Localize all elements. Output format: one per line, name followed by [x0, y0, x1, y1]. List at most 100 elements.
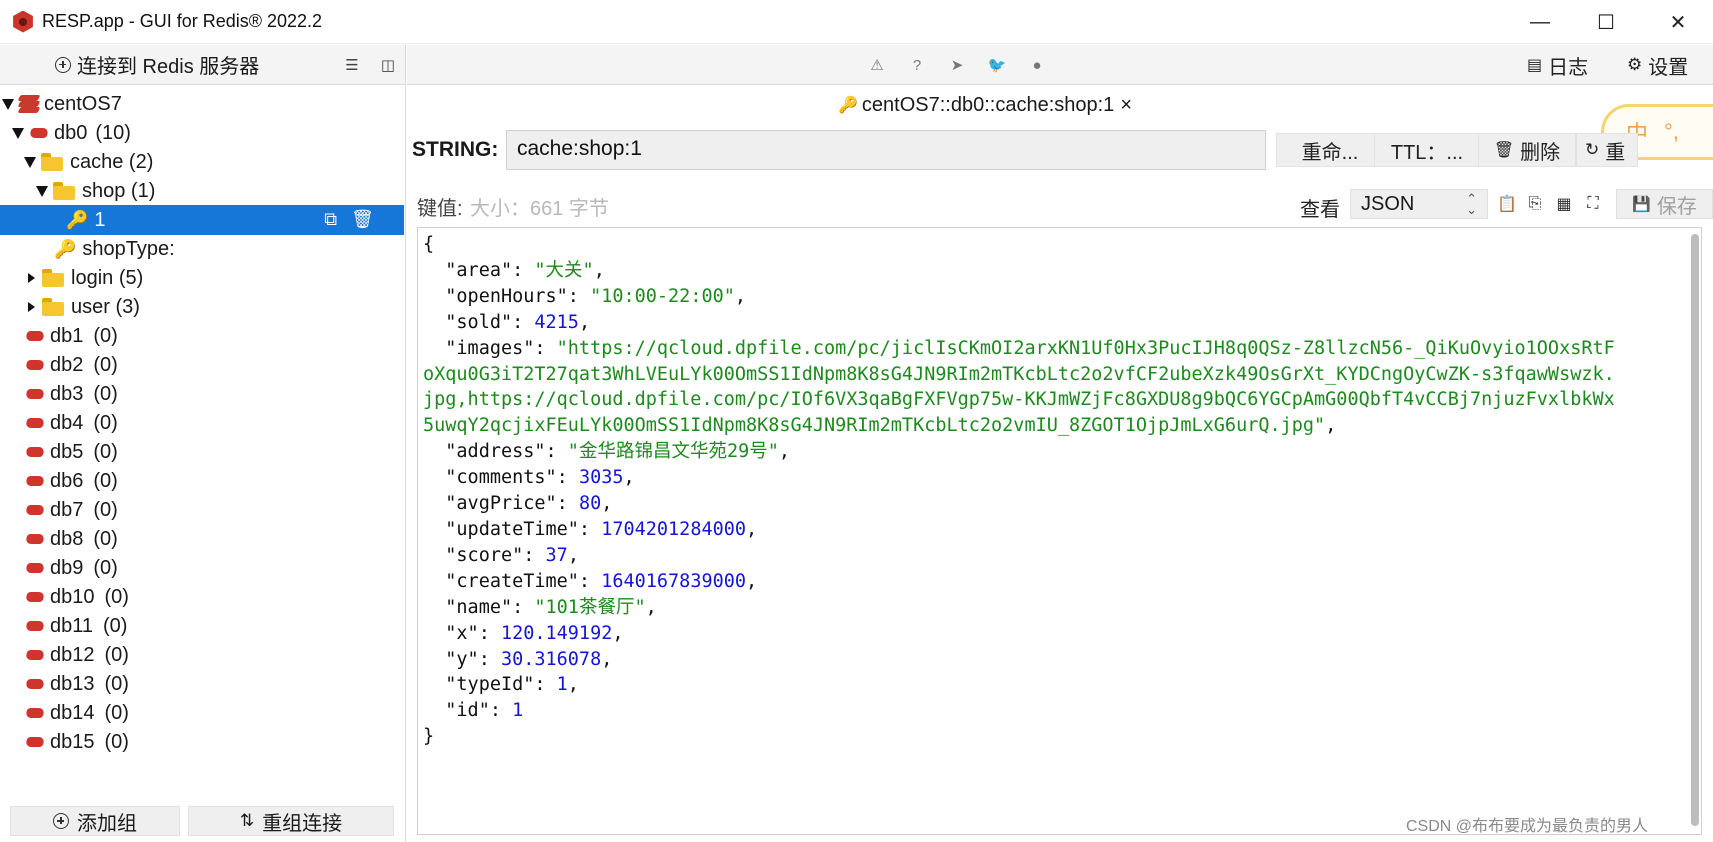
tree-folder-user[interactable]: user (3): [0, 292, 404, 322]
db-name: db14: [50, 701, 95, 724]
ime-punct: °,: [1664, 119, 1679, 144]
folder-icon: [40, 153, 64, 171]
tree-db[interactable]: db14 (0): [0, 698, 404, 728]
db-name: db13: [50, 672, 95, 695]
database-icon: [24, 446, 46, 458]
reload-icon: ↻: [1585, 140, 1600, 159]
collapsed-arrow-icon[interactable]: [28, 302, 35, 312]
select-updown-icon: ⌃ ⌄: [1466, 191, 1477, 217]
tree-db[interactable]: db9 (0): [0, 553, 404, 583]
redis-server-icon: [17, 94, 41, 114]
telegram-icon[interactable]: ➤: [947, 55, 967, 75]
close-tab-icon[interactable]: ×: [1120, 94, 1132, 117]
editor-scrollbar[interactable]: [1691, 234, 1699, 826]
tree-key-selected[interactable]: 🔑 1 ⧉ 🗑: [0, 205, 404, 235]
tree-folder-shop[interactable]: shop (1): [0, 176, 404, 206]
db-name: db9: [50, 556, 84, 579]
tree-db[interactable]: db8 (0): [0, 524, 404, 554]
expand-arrow-icon[interactable]: [36, 185, 48, 197]
db-name: db7: [50, 498, 84, 521]
main-toolbar: ⚠ ? ➤ 🐦 ● ▤ 日志 ⚙ 设置: [407, 45, 1713, 85]
save-button[interactable]: 💾 保存: [1616, 189, 1713, 219]
expand-arrow-icon[interactable]: [2, 98, 14, 110]
collapsed-arrow-icon[interactable]: [28, 273, 35, 283]
db-count: (0): [104, 643, 129, 666]
warning-icon[interactable]: ⚠: [867, 55, 887, 75]
tree-db[interactable]: db15 (0): [0, 727, 404, 757]
folder-icon: [41, 269, 65, 287]
regroup-label: 重组连接: [262, 812, 343, 835]
tree-db[interactable]: db10 (0): [0, 582, 404, 612]
value-editor[interactable]: { "area": "大关", "openHours": "10:00-22:0…: [417, 227, 1702, 835]
panel-layout-icon[interactable]: ◫: [378, 55, 398, 75]
delete-label: 删除: [1520, 141, 1561, 164]
log-icon: ▤: [1527, 57, 1543, 74]
binary-view-icon[interactable]: ▦: [1553, 193, 1575, 215]
tree-folder-cache[interactable]: cache (2): [0, 147, 404, 177]
delete-key-button[interactable]: 🗑 删除: [1478, 133, 1576, 167]
help-icon[interactable]: ?: [907, 55, 927, 75]
db-name: db6: [50, 469, 84, 492]
gear-icon: ⚙: [1627, 55, 1643, 74]
copy-icon[interactable]: ⧉: [324, 209, 337, 230]
github-icon[interactable]: ●: [1027, 55, 1047, 75]
tree-folder-login[interactable]: login (5): [0, 263, 404, 293]
log-button[interactable]: ▤ 日志: [1527, 51, 1588, 79]
ttl-button[interactable]: TTL：...: [1374, 133, 1480, 167]
db-count: (0): [104, 701, 129, 724]
export-icon[interactable]: ⎘: [1524, 193, 1546, 215]
db-count: (0): [93, 324, 118, 347]
database-icon: [24, 475, 46, 487]
tree-db[interactable]: db13 (0): [0, 669, 404, 699]
database-icon: [24, 388, 46, 400]
database-icon: [24, 417, 46, 429]
tree-db[interactable]: db4 (0): [0, 408, 404, 438]
list-icon[interactable]: ☰: [342, 55, 362, 75]
db-count: (0): [93, 527, 118, 550]
format-value: JSON: [1361, 192, 1415, 215]
tree-db[interactable]: db5 (0): [0, 437, 404, 467]
tree-server-centos7[interactable]: centOS7: [0, 89, 404, 119]
rename-button[interactable]: 重命...: [1276, 133, 1384, 167]
save-label: 保存: [1656, 195, 1697, 218]
tree-db[interactable]: db6 (0): [0, 466, 404, 496]
trash-icon[interactable]: 🗑: [351, 209, 374, 230]
add-group-button[interactable]: 添加组: [10, 806, 180, 836]
key-name-field[interactable]: cache:shop:1: [506, 130, 1266, 170]
db-count: (0): [93, 498, 118, 521]
settings-button[interactable]: ⚙ 设置: [1627, 51, 1688, 79]
folder-label: cache (2): [70, 150, 154, 173]
minimize-button[interactable]: —: [1507, 0, 1573, 44]
twitter-icon[interactable]: 🐦: [987, 55, 1007, 75]
view-format-select[interactable]: JSON ⌃ ⌄: [1350, 189, 1488, 219]
view-mode-label: 查看: [1300, 199, 1340, 221]
tree-db[interactable]: db11 (0): [0, 611, 404, 641]
fullscreen-icon[interactable]: ⛶: [1582, 193, 1604, 215]
key-icon: 🔑: [66, 209, 89, 230]
key-tab[interactable]: 🔑 centOS7::db0::cache:shop:1 ×: [838, 94, 1132, 117]
sort-arrows-icon: ⇅: [239, 811, 255, 830]
database-icon: [24, 504, 46, 516]
tree-db[interactable]: db7 (0): [0, 495, 404, 525]
db-name: db3: [50, 382, 84, 405]
tree-db0[interactable]: db0 (10): [0, 118, 404, 148]
connect-to-redis-button[interactable]: 连接到 Redis 服务器: [55, 50, 259, 79]
value-size: 大小：661 字节: [470, 198, 609, 220]
log-label: 日志: [1548, 56, 1589, 79]
reload-button[interactable]: ↻ 重: [1576, 133, 1638, 167]
db-count: (0): [104, 730, 129, 753]
close-window-button[interactable]: ✕: [1645, 0, 1711, 44]
copy-to-clipboard-icon[interactable]: 📋: [1496, 193, 1518, 215]
expand-arrow-icon[interactable]: [12, 127, 24, 139]
tree-db[interactable]: db3 (0): [0, 379, 404, 409]
tree-db[interactable]: db2 (0): [0, 350, 404, 380]
regroup-connections-button[interactable]: ⇅ 重组连接: [188, 806, 394, 836]
maximize-button[interactable]: ☐: [1573, 0, 1639, 44]
db-count: (0): [93, 556, 118, 579]
expand-arrow-icon[interactable]: [24, 156, 36, 168]
server-name: centOS7: [44, 92, 122, 115]
tree-key-shoptype[interactable]: 🔑 shopType:: [0, 234, 404, 264]
tree-db[interactable]: db1 (0): [0, 321, 404, 351]
reload-label: 重: [1605, 141, 1626, 164]
tree-db[interactable]: db12 (0): [0, 640, 404, 670]
